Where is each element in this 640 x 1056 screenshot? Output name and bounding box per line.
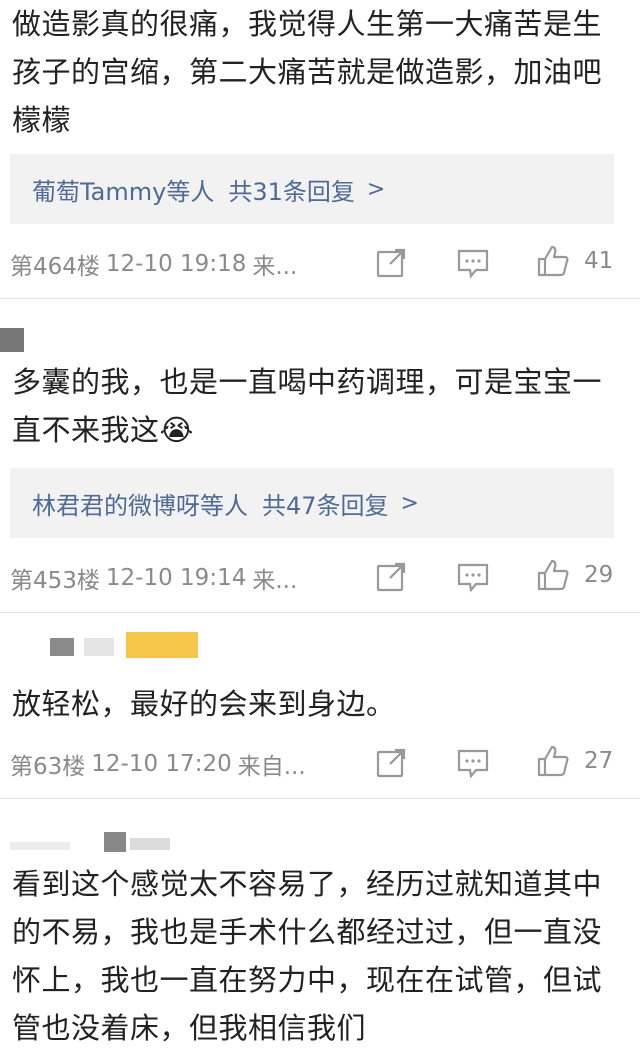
username-redacted [130,838,170,850]
chevron-right-icon: > [400,490,419,516]
comment-text: 放轻松，最好的会来到身边。 [12,680,628,728]
comment-meta: 第453楼 12-10 19:14 来... [10,558,620,598]
thumbs-up-icon[interactable] [536,558,570,592]
avatar [0,328,24,352]
comment-meta: 第63楼 12-10 17:20 来自... [10,744,620,784]
replies-summary[interactable]: 林君君的微博呀等人 共47条回复 > [10,468,614,538]
divider [0,612,640,613]
comment-text: 做造影真的很痛，我觉得人生第一大痛苦是生孩子的宫缩，第二大痛苦就是做造影，加油吧… [12,0,628,144]
reply-count[interactable]: 共47条回复 [262,486,389,521]
source-label: 来... [252,254,298,280]
replies-summary[interactable]: 葡萄Tammy等人 共31条回复 > [10,154,614,224]
like-count: 27 [584,748,614,774]
comment-icon[interactable] [456,246,490,280]
thumbs-up-icon[interactable] [536,244,570,278]
comment-text-content: 多囊的我，也是一直喝中药调理，可是宝宝一直不来我这😭 [12,365,603,447]
floor-number: 第453楼 [10,568,100,594]
divider [0,298,640,299]
comment-text-content: 做造影真的很痛，我觉得人生第一大痛苦是生孩子的宫缩，第二大痛苦就是做造影，加油吧… [12,7,603,137]
comment-text: 多囊的我，也是一直喝中药调理，可是宝宝一直不来我这😭 [12,358,628,454]
chevron-right-icon: > [366,176,386,202]
username-redacted [10,842,70,850]
username-redacted [126,632,198,658]
timestamp: 12-10 19:18 [105,251,247,277]
thumbs-up-icon[interactable] [536,744,570,778]
source-label: 来自... [237,754,306,780]
reply-count[interactable]: 共31条回复 [228,172,355,207]
share-icon[interactable] [374,246,408,280]
timestamp: 12-10 17:20 [91,751,232,777]
source-label: 来... [252,568,298,594]
reply-names[interactable]: 葡萄Tammy等人 [32,172,214,207]
comment-meta: 第464楼 12-10 19:18 来... [10,244,620,284]
timestamp: 12-10 19:14 [105,565,247,591]
comment-icon[interactable] [456,746,490,780]
reply-names[interactable]: 林君君的微博呀等人 [32,486,248,521]
like-count: 29 [584,562,614,588]
share-icon[interactable] [374,560,408,594]
comment-text-content: 看到这个感觉太不容易了，经历过就知道其中的不易，我也是手术什么都经过过，但一直没… [12,867,603,1045]
username-redacted [84,638,114,656]
divider [0,798,640,799]
floor-number: 第464楼 [10,254,100,280]
share-icon[interactable] [374,746,408,780]
comment-text: 看到这个感觉太不容易了，经历过就知道其中的不易，我也是手术什么都经过过，但一直没… [12,860,628,1052]
avatar [50,638,74,656]
floor-number: 第63楼 [10,754,86,780]
comment-icon[interactable] [456,560,490,594]
comment-text-content: 放轻松，最好的会来到身边。 [12,687,396,721]
avatar [104,832,126,852]
like-count: 41 [584,248,614,274]
